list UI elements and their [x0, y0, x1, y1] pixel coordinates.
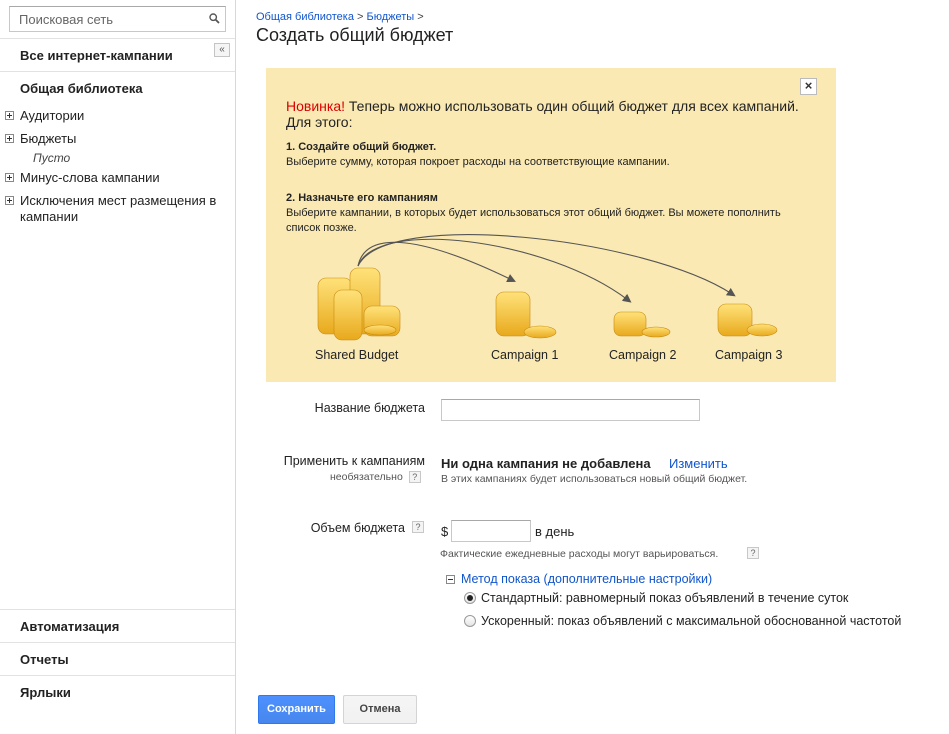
delivery-method-toggle[interactable]: Метод показа (дополнительные настройки) — [446, 572, 712, 586]
sidebar-item-audiences[interactable]: Аудитории — [5, 108, 84, 123]
sidebar-reports[interactable]: Отчеты — [20, 652, 69, 667]
help-icon[interactable]: ? — [412, 521, 424, 533]
sidebar-item-label: Аудитории — [20, 108, 85, 123]
apply-note: В этих кампаниях будет использоваться но… — [441, 473, 748, 485]
no-campaign-text: Ни одна кампания не добавлена — [441, 456, 651, 471]
budget-name-input[interactable] — [441, 399, 700, 421]
optional-label: необязательно — [330, 471, 403, 483]
budget-amount-input[interactable] — [451, 520, 531, 542]
campaign-2-label: Campaign 2 — [609, 348, 677, 362]
step2-text: Выберите кампании, в которых будет испол… — [286, 207, 781, 234]
divider — [0, 675, 235, 676]
divider — [0, 609, 235, 610]
promo-intro: Новинка! Теперь можно использовать один … — [286, 98, 816, 130]
divider — [0, 642, 235, 643]
search-box[interactable] — [9, 6, 226, 32]
delivery-standard-option[interactable]: Стандартный: равномерный показ объявлени… — [464, 591, 848, 605]
search-icon[interactable] — [209, 13, 220, 24]
step1-title: 1. Создайте общий бюджет. — [286, 141, 437, 153]
sidebar-item-placement-exclusions[interactable]: Исключения мест размещения в кампании — [5, 193, 230, 225]
cancel-button[interactable]: Отмена — [343, 695, 417, 724]
save-button[interactable]: Сохранить — [258, 695, 335, 724]
delivery-accelerated-label: Ускоренный: показ объявлений с максималь… — [481, 614, 902, 628]
radio-accelerated[interactable] — [464, 615, 476, 627]
collapse-sidebar-icon[interactable]: « — [214, 43, 230, 57]
delivery-standard-label: Стандартный: равномерный показ объявлени… — [481, 591, 849, 605]
currency-symbol: $ — [441, 524, 449, 539]
sidebar-labels[interactable]: Ярлыки — [20, 685, 71, 700]
help-icon[interactable]: ? — [747, 547, 759, 559]
sidebar-item-budgets[interactable]: Бюджеты — [5, 131, 76, 146]
coin-stack-shared — [317, 267, 401, 341]
radio-standard[interactable] — [464, 592, 476, 604]
sidebar-item-label: Минус-слова кампании — [20, 170, 160, 185]
breadcrumb-separator: > — [353, 11, 367, 23]
campaign-1-label: Campaign 1 — [491, 348, 559, 362]
page-title: Создать общий бюджет — [256, 25, 454, 45]
budget-amount-label: Объем бюджета — [310, 521, 405, 535]
amount-note: Фактические ежедневные расходы могут вар… — [440, 548, 719, 560]
sidebar-all-campaigns[interactable]: Все интернет-кампании — [20, 48, 173, 63]
sidebar: Все интернет-кампании « Общая библиотека… — [0, 0, 236, 734]
step2-title: 2. Назначьте его кампаниям — [286, 192, 438, 204]
sidebar-shared-library[interactable]: Общая библиотека — [20, 81, 143, 96]
campaign-3-label: Campaign 3 — [715, 348, 783, 362]
new-badge: Новинка! — [286, 98, 345, 114]
sidebar-automation[interactable]: Автоматизация — [20, 619, 119, 634]
expand-icon[interactable] — [5, 134, 14, 143]
breadcrumb-budgets[interactable]: Бюджеты — [366, 11, 414, 23]
budgets-empty-label: Пусто — [33, 151, 71, 165]
expand-icon[interactable] — [5, 111, 14, 120]
sidebar-item-negative-keywords[interactable]: Минус-слова кампании — [5, 170, 160, 185]
divider — [0, 38, 235, 39]
optional-row: необязательно ? — [330, 471, 440, 484]
breadcrumb: Общая библиотека > Бюджеты > — [256, 11, 424, 23]
help-icon[interactable]: ? — [408, 471, 421, 484]
change-campaigns-link[interactable]: Изменить — [669, 456, 728, 471]
coin-stack-campaign-3 — [717, 303, 778, 337]
close-icon[interactable]: × — [800, 78, 817, 95]
budget-name-label: Название бюджета — [314, 401, 425, 415]
sidebar-item-label: Бюджеты — [20, 131, 77, 146]
divider — [0, 71, 235, 72]
step1-text: Выберите сумму, которая покроет расходы … — [286, 156, 670, 168]
delivery-method-label[interactable]: Метод показа (дополнительные настройки) — [461, 572, 712, 586]
delivery-accelerated-option[interactable]: Ускоренный: показ объявлений с максималь… — [464, 614, 901, 628]
coin-stack-campaign-2 — [613, 311, 671, 338]
collapse-icon[interactable] — [446, 574, 455, 584]
apply-to-campaigns-label: Применить к кампаниям — [283, 454, 425, 468]
expand-icon[interactable] — [5, 173, 14, 182]
sidebar-item-label: Исключения мест размещения в кампании — [20, 193, 217, 224]
search-input[interactable] — [10, 7, 200, 31]
breadcrumb-separator: > — [414, 11, 424, 23]
per-day-label: в день — [535, 524, 575, 539]
breadcrumb-shared-library[interactable]: Общая библиотека — [256, 11, 354, 23]
promo-panel: × Новинка! Теперь можно использовать оди… — [266, 68, 836, 382]
promo-intro-text: Теперь можно использовать один общий бюд… — [286, 98, 799, 130]
coin-stack-campaign-1 — [495, 291, 557, 339]
shared-budget-label: Shared Budget — [315, 348, 399, 362]
expand-icon[interactable] — [5, 196, 14, 205]
